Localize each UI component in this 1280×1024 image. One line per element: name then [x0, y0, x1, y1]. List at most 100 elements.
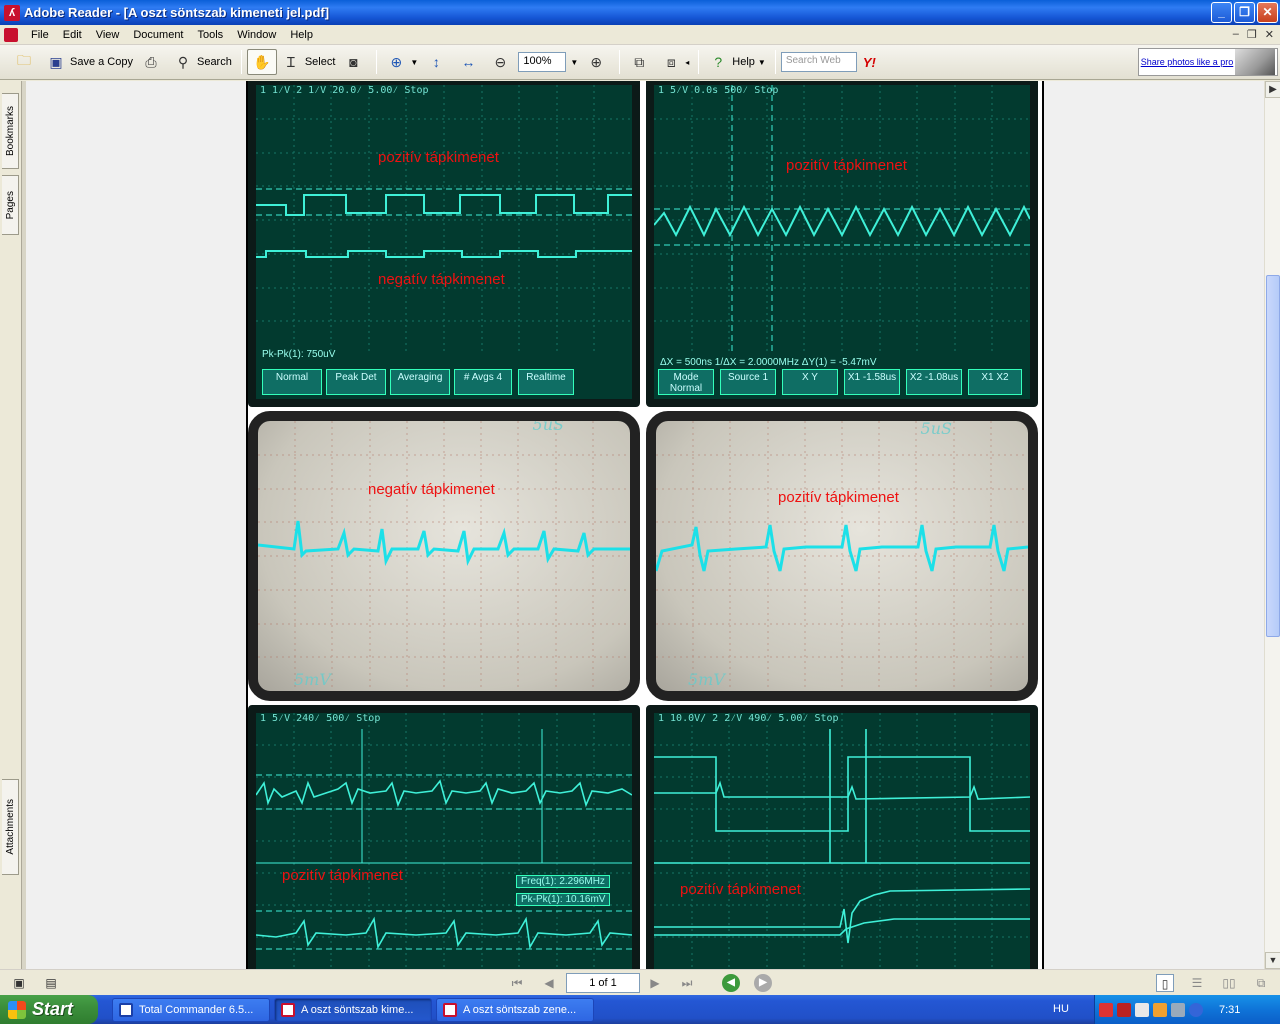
title-bar: ʎ Adobe Reader - [A oszt söntszab kimene… [0, 0, 1280, 25]
scope-readout: ΔX = 500ns 1/ΔX = 2.0000MHz ΔY(1) = -5.4… [660, 357, 877, 368]
page-number-input[interactable]: 1 of 1 [566, 973, 640, 993]
last-page-button[interactable]: ⏭ [678, 974, 696, 992]
menu-edit[interactable]: Edit [56, 25, 89, 45]
volume-icon[interactable] [1135, 1002, 1149, 1017]
hand-tool-button[interactable]: ✋ [246, 49, 277, 75]
scope-image-mid-left: negatív tápkimenet 5uS 5mV [248, 411, 640, 701]
chevron-down-icon: ▼ [570, 57, 579, 67]
go-back-button[interactable]: ◀ [722, 974, 740, 992]
scope-grid-trace [258, 421, 630, 691]
continuous-facing-view-icon[interactable]: ⧉ [1252, 974, 1270, 992]
page-thumbnail-icon[interactable]: ▣ [10, 974, 28, 992]
folder-open-icon: 🗀 [17, 52, 31, 68]
zoom-dropdown[interactable]: ▼ [566, 49, 582, 75]
search-web-input[interactable]: Search Web [780, 52, 857, 72]
scroll-down-button[interactable]: ▼ [1265, 952, 1280, 969]
menu-file[interactable]: File [24, 25, 56, 45]
select-label: Select [304, 56, 336, 68]
doc-close-button[interactable]: ✕ [1265, 28, 1274, 41]
zoom-out-button[interactable]: ⊖ [486, 49, 518, 75]
chevron-down-icon: ▼ [410, 57, 419, 67]
security-alert-icon[interactable] [1153, 1002, 1167, 1017]
scope-header: 1 10.0V/ 2 2⁄V 490⁄ 5.00⁄ Stop [658, 713, 839, 724]
total-commander-icon [119, 1002, 133, 1017]
first-page-button[interactable]: ⏮ [508, 974, 526, 992]
doc-restore-button[interactable]: ❐ [1247, 28, 1257, 41]
taskbar-item-pdf[interactable]: A oszt söntszab zene... [436, 997, 594, 1022]
previous-page-button[interactable]: ◀ [540, 974, 558, 992]
pdf-page: 1 1⁄V 2 1⁄V 20.0⁄ 5.00⁄ Stop pozitív táp… [246, 81, 1044, 969]
zoom-tool-button[interactable]: ⊕ ▼ [382, 49, 422, 75]
taskbar-item-pdf-active[interactable]: A oszt söntszab kime... [274, 997, 432, 1022]
usb-device-icon[interactable] [1171, 1002, 1185, 1017]
search-button[interactable]: ⚲ Search [169, 49, 236, 75]
yahoo-icon[interactable]: Y! [863, 55, 876, 70]
scope-label: pozitív tápkimenet [786, 157, 907, 174]
language-indicator[interactable]: HU [1053, 1003, 1069, 1015]
select-tool-button[interactable]: Ɪ Select [277, 49, 340, 75]
doc-minimize-button[interactable]: – [1233, 28, 1239, 41]
print-button[interactable]: ⎙ [137, 49, 169, 75]
tab-pages[interactable]: Pages [2, 175, 19, 235]
continuous-view-icon[interactable]: ☰ [1188, 974, 1206, 992]
page-size-icon[interactable]: ▤ [42, 974, 60, 992]
start-label: Start [32, 999, 74, 1019]
rotate-button[interactable]: ⧉ [625, 49, 657, 75]
fit-width-button[interactable]: ↔ [454, 49, 486, 75]
menu-window[interactable]: Window [230, 25, 283, 45]
scope-readout: Pk-Pk(1): 750uV [262, 349, 336, 360]
ad-link[interactable]: Share photos like a pro [1139, 57, 1235, 67]
antivirus-shield-icon[interactable] [1117, 1002, 1131, 1017]
navigation-pane: Bookmarks Pages Attachments [0, 81, 22, 969]
scroll-up-button[interactable]: ▶ [1265, 81, 1280, 98]
scope-grid-trace [654, 85, 1030, 355]
softkey: Peak Det [326, 369, 386, 395]
taskbar-item-total-commander[interactable]: Total Commander 6.5... [112, 997, 270, 1022]
menu-document[interactable]: Document [126, 25, 190, 45]
go-forward-button[interactable]: ▶ [754, 974, 772, 992]
menu-tools[interactable]: Tools [191, 25, 231, 45]
minimize-button[interactable]: _ [1211, 2, 1232, 23]
scope-image-bottom-left: 1 5⁄V 240⁄ 500⁄ Stop pozitív tápkimenet … [248, 705, 640, 969]
close-button[interactable]: ✕ [1257, 2, 1278, 23]
restore-button[interactable]: ❐ [1234, 2, 1255, 23]
zoom-in-icon: ⊕ [590, 53, 603, 70]
snapshot-button[interactable]: ◙ [339, 49, 371, 75]
single-page-view-icon[interactable]: ▯ [1156, 974, 1174, 992]
scope-header: 1 1⁄V 2 1⁄V 20.0⁄ 5.00⁄ Stop [260, 85, 429, 96]
actual-size-button[interactable]: ↕ [422, 49, 454, 75]
scroll-thumb[interactable] [1266, 275, 1280, 637]
scope-header: 1 5⁄V 0.0s 500⁄ Stop [658, 85, 779, 96]
softkey: Source 1 [720, 369, 776, 395]
tab-attachments[interactable]: Attachments [2, 779, 19, 875]
menu-help[interactable]: Help [283, 25, 320, 45]
open-button[interactable]: 🗀 [10, 49, 42, 75]
zoom-input[interactable]: 100% [518, 52, 567, 72]
scope-label: pozitív tápkimenet [282, 867, 403, 884]
frequency-readout: Freq(1): 2.296MHz [516, 875, 610, 888]
help-button[interactable]: ? Help ▼ [704, 49, 770, 75]
save-copy-button[interactable]: ▣ Save a Copy [42, 49, 137, 75]
page-layout-button[interactable]: ⧈ ◂ [657, 49, 693, 75]
start-button[interactable]: Start [0, 995, 98, 1024]
fit-width-icon: ↔ [461, 54, 476, 70]
scope-grid-trace [654, 713, 1030, 969]
vertical-scrollbar[interactable]: ▶ ▼ [1264, 81, 1280, 969]
ad-banner[interactable]: Share photos like a pro [1138, 48, 1278, 76]
document-icon[interactable] [4, 27, 18, 42]
toolbar-separator [376, 50, 378, 74]
menu-view[interactable]: View [89, 25, 127, 45]
next-page-button[interactable]: ▶ [646, 974, 664, 992]
bluetooth-icon[interactable] [1189, 1002, 1203, 1017]
zoom-in-magnifier-icon: ⊕ [390, 53, 403, 70]
rotate-page-icon: ⧉ [634, 53, 645, 70]
network-icon[interactable] [1099, 1002, 1113, 1017]
tab-bookmarks[interactable]: Bookmarks [2, 93, 19, 169]
document-view[interactable]: 1 1⁄V 2 1⁄V 20.0⁄ 5.00⁄ Stop pozitív táp… [26, 81, 1264, 969]
zoom-out-icon: ⊖ [494, 53, 507, 70]
zoom-in-button[interactable]: ⊕ [582, 49, 614, 75]
clock[interactable]: 7:31 [1219, 1004, 1240, 1016]
toolbar-separator [240, 50, 242, 74]
facing-view-icon[interactable]: ▯▯ [1220, 974, 1238, 992]
taskbar-item-label: A oszt söntszab zene... [463, 1003, 577, 1016]
